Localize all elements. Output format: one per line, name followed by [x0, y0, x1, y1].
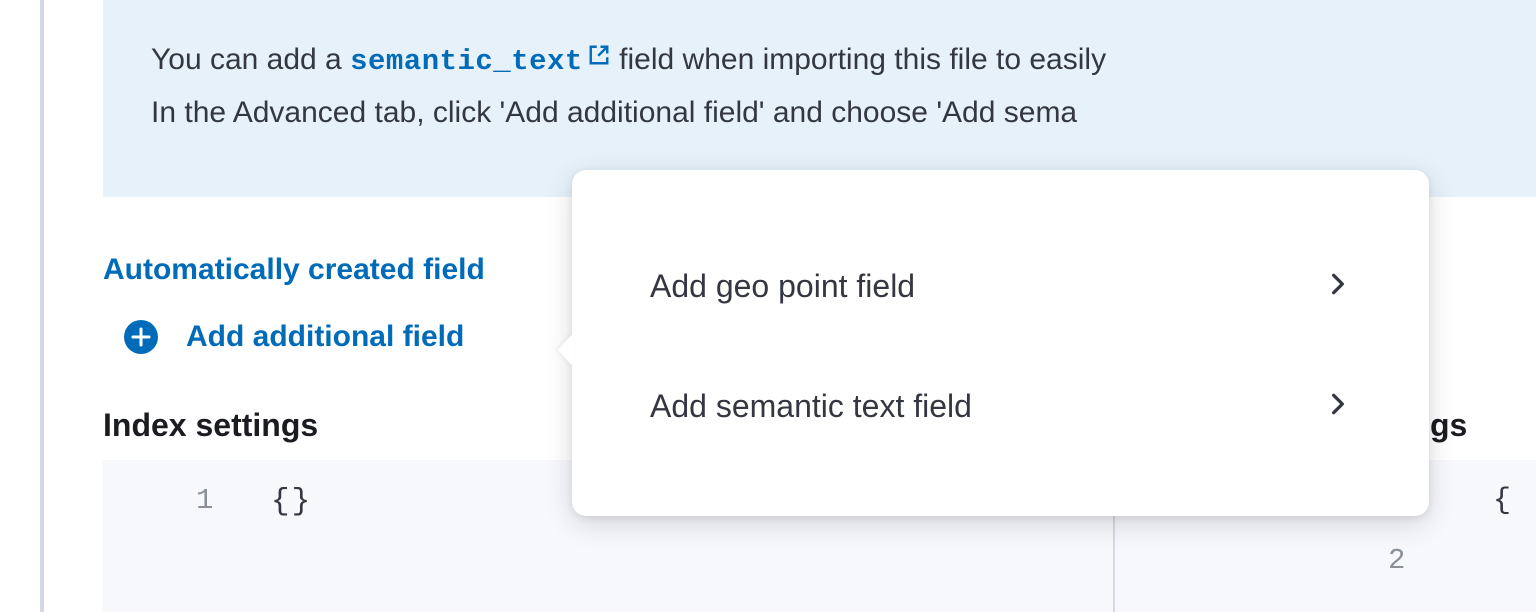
- auto-created-fields-heading: Automatically created field: [103, 253, 485, 287]
- code-content: {}: [271, 484, 312, 519]
- menu-item-label: Add semantic text field: [650, 388, 972, 425]
- menu-item-add-geo-point[interactable]: Add geo point field: [572, 226, 1429, 346]
- left-border-rail: [40, 0, 44, 612]
- right-heading-fragment: gs: [1430, 407, 1467, 444]
- callout-line-1: You can add a semantic_text field when i…: [151, 34, 1488, 87]
- add-additional-field-button[interactable]: Add additional field: [124, 320, 464, 354]
- semantic-text-callout: You can add a semantic_text field when i…: [103, 0, 1536, 197]
- callout-line-2: In the Advanced tab, click 'Add addition…: [151, 87, 1488, 139]
- external-link-icon: [587, 35, 611, 85]
- callout-text-fragment: field when importing this file to easily: [611, 43, 1106, 76]
- index-settings-heading: Index settings: [103, 407, 318, 444]
- code-brace: {: [1493, 484, 1511, 518]
- plus-circle-icon: [124, 320, 158, 354]
- link-text: semantic_text: [350, 45, 583, 78]
- callout-text-fragment: You can add a: [151, 43, 350, 76]
- add-field-label: Add additional field: [186, 320, 464, 354]
- menu-item-add-semantic-text[interactable]: Add semantic text field: [572, 346, 1429, 466]
- line-number: 1: [196, 484, 213, 517]
- chevron-right-icon: [1325, 271, 1351, 302]
- line-number: 2: [1388, 544, 1405, 577]
- menu-item-label: Add geo point field: [650, 268, 915, 305]
- semantic-text-link[interactable]: semantic_text: [350, 45, 611, 78]
- chevron-right-icon: [1325, 391, 1351, 422]
- add-field-popover: Add geo point field Add semantic text fi…: [572, 170, 1429, 516]
